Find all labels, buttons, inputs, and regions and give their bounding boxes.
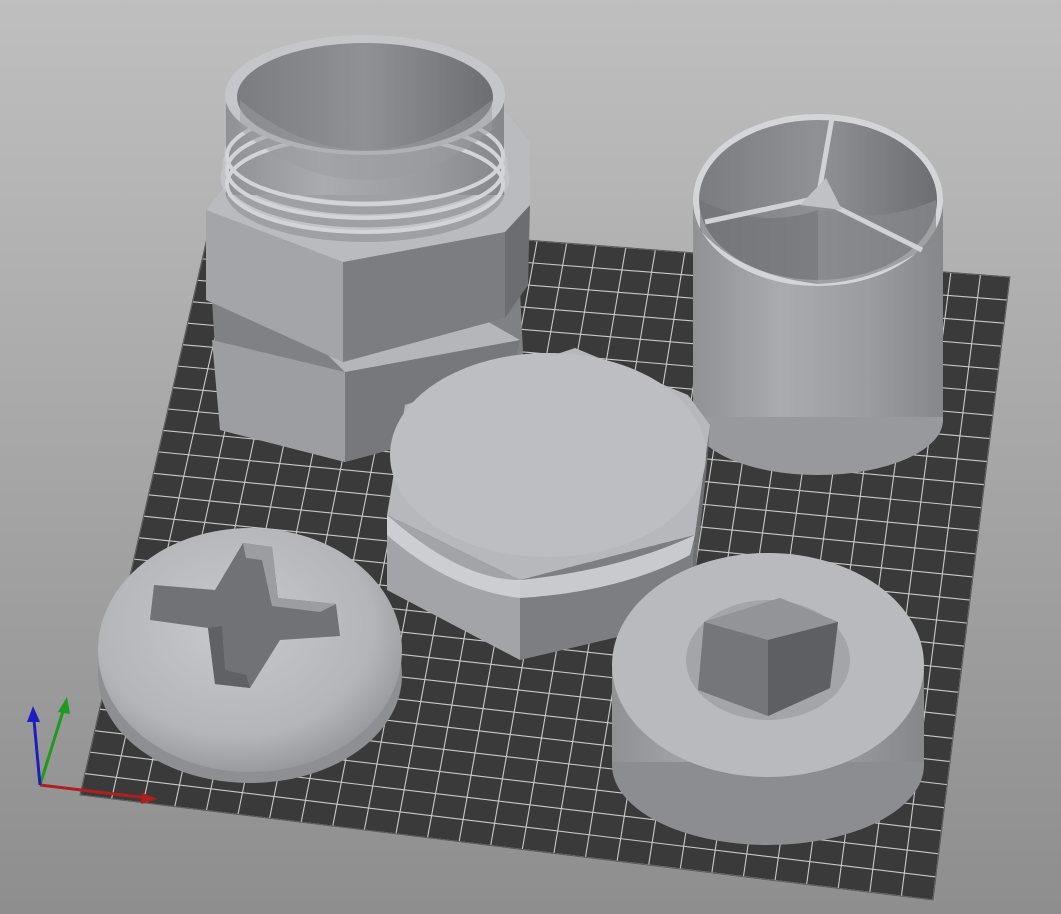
3d-viewport[interactable] <box>0 0 1061 914</box>
phillips-screw-head-model[interactable] <box>98 528 402 783</box>
z-axis-arrow <box>27 706 40 722</box>
scene-canvas[interactable] <box>0 0 1061 914</box>
divided-cylinder-cup-model[interactable] <box>693 114 943 475</box>
y-axis-line <box>38 707 66 786</box>
z-axis-line <box>32 719 42 786</box>
hex-socket-washer-model[interactable] <box>612 553 924 845</box>
y-axis-arrow <box>58 697 70 714</box>
